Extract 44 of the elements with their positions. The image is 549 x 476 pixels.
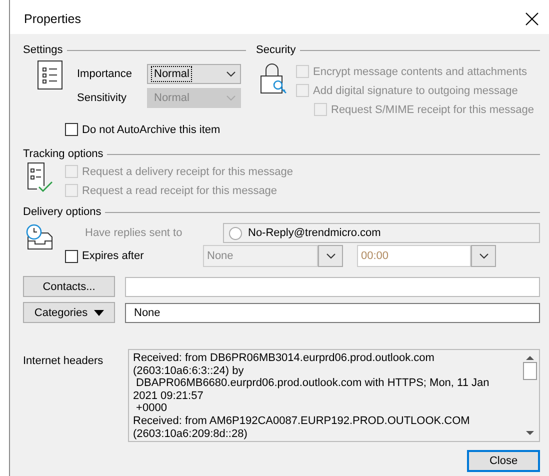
checkbox-label: Add digital signature to outgoing message [313, 84, 518, 96]
checklist-icon [27, 162, 53, 194]
checkbox-label: Encrypt message contents and attachments [313, 66, 528, 78]
headers-textbox[interactable] [128, 349, 540, 442]
checkbox-label: Request a read receipt for this message [82, 184, 278, 196]
close-button[interactable]: Close [467, 450, 540, 472]
header-line: Received: from AM6P192CA0087.EURP192.PROD.OUTLOOK.COM [133, 414, 471, 428]
categories-field[interactable]: None [125, 302, 540, 322]
checkbox-label: Do not AutoArchive this item [82, 124, 220, 136]
header-line: 2021 09:21:57 [133, 390, 204, 402]
section-title: Settings [23, 44, 63, 56]
checkbox-label: Expires after [82, 250, 144, 262]
close-icon[interactable] [525, 12, 539, 26]
contacts-button[interactable]: Contacts... [23, 276, 115, 297]
caret-icon [226, 95, 236, 101]
header-line: DBAPR06MB6680.eurprd06.prod.outlook.com with HTTPS; Mon, 11 Jan [135, 377, 490, 390]
dropdown-triangle-icon [94, 310, 104, 316]
header-line: Received: from DB6PR06MB3014.eurprd06.prod.outlook.com [133, 352, 436, 365]
checkbox[interactable] [65, 123, 78, 136]
field-label: Importance [77, 68, 134, 80]
contacts-field[interactable] [125, 276, 540, 296]
categories-button[interactable]: Categories [23, 302, 115, 323]
section-title: Security [256, 44, 296, 56]
caret-icon [478, 253, 488, 259]
dropdown-button[interactable] [471, 245, 496, 267]
section-title: Tracking options [23, 148, 104, 160]
header-line: (2603:10a6:6:3::24) by [133, 364, 245, 378]
dropdown[interactable]: Normal [147, 64, 241, 84]
caret-icon [226, 71, 236, 77]
header-line: (2603:10a6:209:8d::28) [133, 428, 248, 440]
list-icon [37, 60, 63, 90]
dropdown-button[interactable] [318, 245, 343, 267]
window-title: Properties [24, 12, 81, 26]
section-title: Delivery options [23, 206, 102, 218]
field-label: Have replies sent to [84, 227, 184, 239]
field-label: Sensitivity [77, 92, 128, 104]
scrollbar-thumb[interactable] [523, 362, 537, 380]
header-line: +0000 [135, 402, 168, 415]
checkbox-label: Request S/MIME receipt for this message [331, 104, 534, 116]
caret-icon [326, 253, 336, 259]
field-label: Internet headers [23, 354, 104, 369]
checkbox[interactable] [65, 250, 78, 262]
lock-key-icon [260, 62, 288, 96]
checkbox-label: Request a delivery receipt for this message [82, 166, 293, 178]
